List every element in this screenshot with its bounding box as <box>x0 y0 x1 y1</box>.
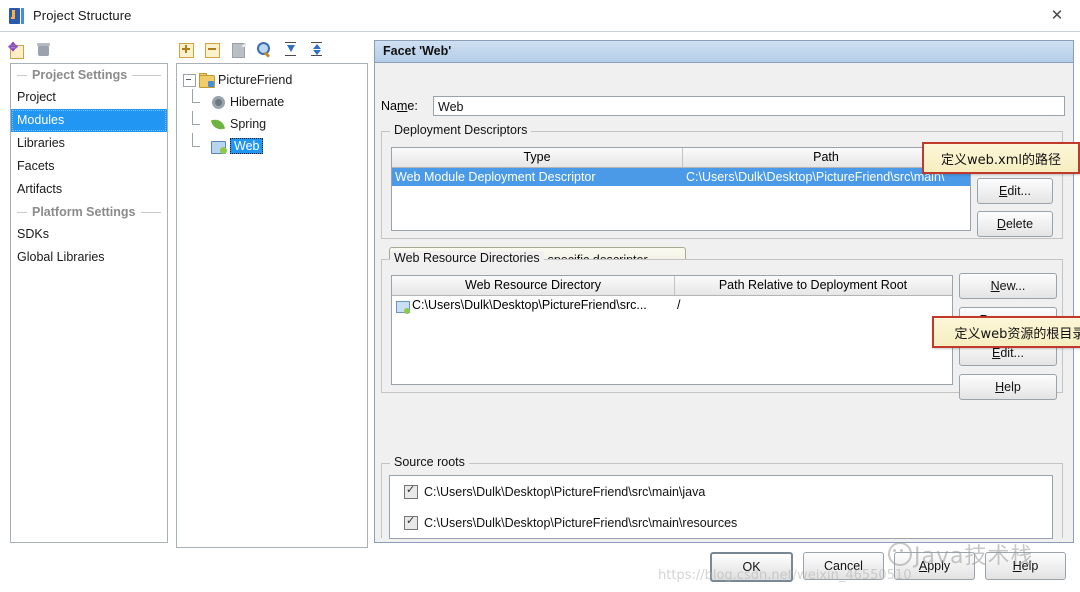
list-item[interactable]: C:\Users\Dulk\Desktop\PictureFriend\src\… <box>390 476 1052 507</box>
list-item[interactable]: C:\Users\Dulk\Desktop\PictureFriend\src\… <box>390 507 1052 538</box>
tree-node-label-hibernate: Hibernate <box>230 95 285 109</box>
facet-panel: Facet 'Web' Name: Web Deployment Descrip… <box>374 40 1080 543</box>
table-header: Type Path <box>392 148 970 168</box>
column-header-web-resource-directory[interactable]: Web Resource Directory <box>392 276 675 295</box>
tree-node-hibernate[interactable]: Hibernate <box>177 89 367 113</box>
module-folder-icon <box>199 72 215 88</box>
cancel-button[interactable]: Cancel <box>803 552 884 580</box>
tree-node-label-web: Web <box>230 138 264 154</box>
deployment-descriptors-title: Deployment Descriptors <box>390 123 532 137</box>
help-resource-button-label: Help <box>995 380 1021 394</box>
edit-button-label: Edit... <box>999 184 1031 198</box>
list-item[interactable]: C:\Users\Dulk\Desktop\PictureFriend\targ… <box>390 538 1052 539</box>
sidebar-item-sdks[interactable]: SDKs <box>11 223 167 246</box>
group-title-platform-settings: Platform Settings <box>32 205 136 219</box>
table-row[interactable]: C:\Users\Dulk\Desktop\PictureFriend\src.… <box>392 296 952 314</box>
title-bar: Project Structure ✕ <box>0 0 1080 32</box>
ok-button-label: OK <box>742 560 761 574</box>
minus-icon[interactable] <box>204 41 221 58</box>
checkbox-icon[interactable] <box>404 538 418 539</box>
tree-node-spring[interactable]: Spring <box>177 111 367 135</box>
edit-descriptor-button[interactable]: Edit... <box>977 178 1053 204</box>
window-title: Project Structure <box>33 8 132 23</box>
web-resource-directories-title: Web Resource Directories <box>390 251 544 265</box>
search-icon[interactable] <box>256 41 273 58</box>
column-header-path-relative[interactable]: Path Relative to Deployment Root <box>675 276 951 295</box>
cell-directory: C:\Users\Dulk\Desktop\PictureFriend\src.… <box>392 296 674 314</box>
expand-all-icon[interactable] <box>282 41 299 58</box>
spring-icon <box>210 117 226 132</box>
help-button[interactable]: Help <box>985 552 1066 580</box>
close-glyph: ✕ <box>1050 6 1064 24</box>
deployment-descriptors-table[interactable]: Type Path Web Module Deployment Descript… <box>391 147 971 231</box>
collapse-toggle-icon[interactable] <box>183 73 196 87</box>
tree-node-web[interactable]: Web <box>177 133 367 157</box>
plus-icon[interactable] <box>178 41 195 58</box>
web-facet-icon <box>211 139 227 154</box>
help-button-label: Help <box>1012 559 1039 573</box>
tree-node-label-picturefriend: PictureFriend <box>218 73 293 87</box>
group-header-platform-settings: Platform Settings <box>11 201 167 223</box>
cell-type: Web Module Deployment Descriptor <box>395 170 596 184</box>
edit-resource-button-label: Edit... <box>992 346 1024 360</box>
web-directory-icon <box>396 300 410 314</box>
table-header: Web Resource Directory Path Relative to … <box>392 276 952 296</box>
sidebar-item-modules[interactable]: Modules <box>11 109 167 132</box>
collapse-all-icon[interactable] <box>308 41 325 58</box>
callout-web-resource-root: 定义web资源的根目录 <box>932 316 1080 348</box>
help-resource-button[interactable]: Help <box>959 374 1057 400</box>
copy-icon[interactable] <box>230 41 247 58</box>
new-button-label: New... <box>990 279 1026 293</box>
tree-toolbar <box>178 36 368 62</box>
checkbox-icon[interactable] <box>404 483 418 499</box>
sidebar-item-project[interactable]: Project <box>11 86 167 109</box>
facet-header-title: Facet 'Web' <box>375 41 1073 63</box>
sidebar-item-global-libraries[interactable]: Global Libraries <box>11 246 167 269</box>
group-header-project-settings: Project Settings <box>11 64 167 86</box>
cell-relative-path: / <box>676 298 681 312</box>
source-root-label: C:\Users\Dulk\Desktop\PictureFriend\src\… <box>424 515 738 530</box>
tree-elbow <box>189 133 211 157</box>
settings-panel: Project Settings Project Modules Librari… <box>10 63 168 543</box>
ok-button[interactable]: OK <box>710 552 793 582</box>
source-roots-list[interactable]: C:\Users\Dulk\Desktop\PictureFriend\src\… <box>389 475 1053 539</box>
hibernate-icon <box>211 95 226 110</box>
dialog-button-bar: OK Cancel Apply Help <box>0 552 1080 592</box>
cancel-button-label: Cancel <box>824 559 863 573</box>
source-root-label: C:\Users\Dulk\Desktop\PictureFriend\src\… <box>424 484 706 499</box>
new-button[interactable]: New... <box>959 273 1057 299</box>
facet-name-row: Name: Web <box>381 95 1065 117</box>
column-header-type[interactable]: Type <box>392 148 683 167</box>
checkbox-icon[interactable] <box>404 514 418 530</box>
module-tree-panel: PictureFriend Hibernate Spring Web <box>176 63 368 548</box>
trash-icon[interactable] <box>35 41 52 58</box>
intellij-idea-icon <box>9 7 25 24</box>
cell-directory-text: C:\Users\Dulk\Desktop\PictureFriend\src.… <box>412 298 647 312</box>
tree-elbow <box>189 111 211 135</box>
facet-name-input[interactable]: Web <box>433 96 1065 116</box>
group-title-project-settings: Project Settings <box>32 68 128 82</box>
apply-button[interactable]: Apply <box>894 552 975 580</box>
tree-elbow <box>189 89 211 113</box>
sidebar-item-libraries[interactable]: Libraries <box>11 132 167 155</box>
settings-toolbar: ✥ <box>8 36 168 62</box>
table-row[interactable]: Web Module Deployment Descriptor C:\User… <box>392 168 970 186</box>
close-icon[interactable]: ✕ <box>1034 0 1080 30</box>
delete-button-label: Delete <box>996 217 1034 231</box>
sidebar-item-facets[interactable]: Facets <box>11 155 167 178</box>
source-root-label: C:\Users\Dulk\Desktop\PictureFriend\targ… <box>424 538 839 539</box>
web-resource-directories-table[interactable]: Web Resource Directory Path Relative to … <box>391 275 953 385</box>
delete-button[interactable]: Delete <box>977 211 1053 237</box>
facet-name-label: Name: <box>381 99 418 113</box>
sidebar-item-artifacts[interactable]: Artifacts <box>11 178 167 201</box>
tree-node-root[interactable]: PictureFriend <box>177 69 367 91</box>
tree-node-label-spring: Spring <box>230 117 267 131</box>
add-module-icon[interactable]: ✥ <box>8 41 25 59</box>
source-roots-title: Source roots <box>390 455 469 469</box>
callout-webxml-path: 定义web.xml的路径 <box>922 142 1080 174</box>
apply-button-label: Apply <box>918 559 951 573</box>
